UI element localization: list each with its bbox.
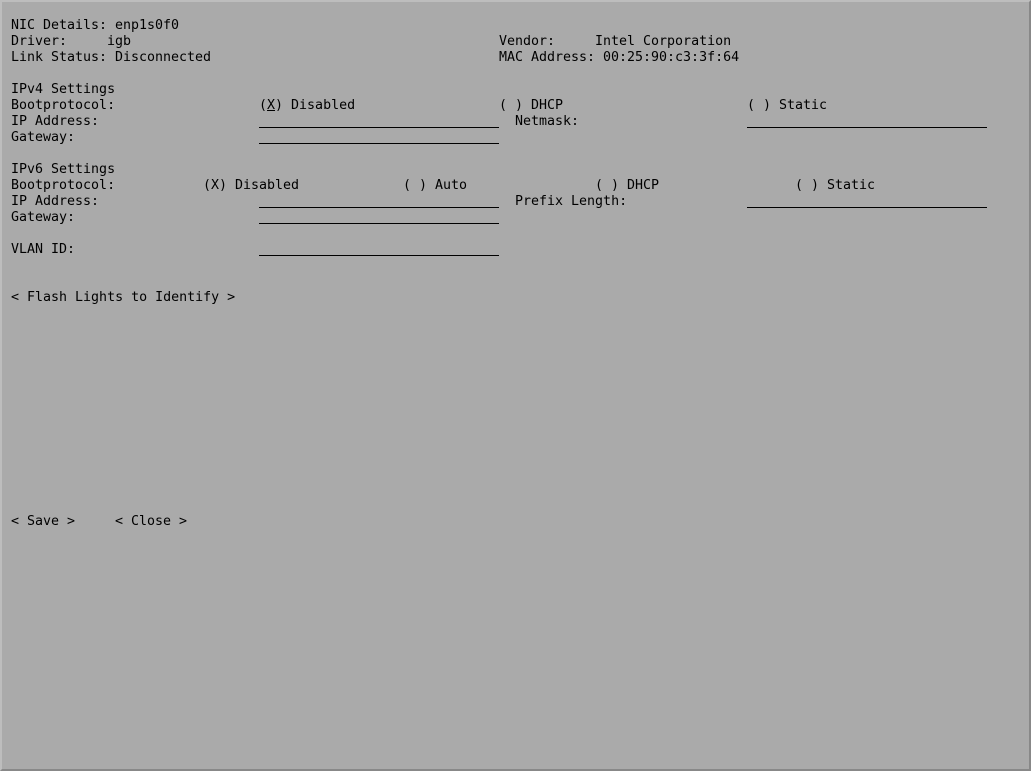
ipv6-ip-address-field[interactable]	[259, 193, 499, 208]
ipv4-ip-address-field[interactable]	[259, 113, 499, 128]
ipv4-radio-disabled[interactable]: (X) Disabled	[259, 98, 355, 114]
ipv6-radio-disabled[interactable]: (X) Disabled	[203, 178, 299, 194]
link-status-value: Disconnected	[115, 50, 212, 65]
ipv6-radio-static[interactable]: ( ) Static	[795, 178, 875, 194]
ipv4-radio-dhcp[interactable]: ( ) DHCP	[499, 98, 563, 114]
flash-lights-button[interactable]: < Flash Lights to Identify >	[11, 290, 235, 306]
ipv6-prefix-length-label: Prefix Length:	[515, 194, 628, 209]
link-status-label: Link Status:	[11, 50, 108, 65]
ipv6-radio-auto[interactable]: ( ) Auto	[403, 178, 467, 194]
ipv6-gateway-field[interactable]	[259, 209, 499, 224]
ipv4-radio-static[interactable]: ( ) Static	[747, 98, 827, 114]
mac-address-label: MAC Address:	[499, 50, 596, 65]
ipv6-bootprotocol-label: Bootprotocol:	[11, 178, 116, 193]
ipv6-settings-heading: IPv6 Settings	[11, 162, 116, 177]
ipv6-prefix-length-field[interactable]	[747, 193, 987, 208]
nic-details-value: enp1s0f0	[115, 18, 180, 33]
ipv4-ip-address-label: IP Address:	[11, 114, 100, 129]
ipv4-settings-heading: IPv4 Settings	[11, 82, 116, 97]
vlan-id-field[interactable]	[259, 241, 499, 256]
nic-details-screen: NIC Details: enp1s0f0 Driver: igb Link S…	[0, 0, 1031, 771]
ipv6-ip-address-label: IP Address:	[11, 194, 100, 209]
ipv4-gateway-field[interactable]	[259, 129, 499, 144]
ipv4-bootprotocol-label: Bootprotocol:	[11, 98, 116, 113]
vendor-label: Vendor:	[499, 34, 556, 49]
ipv4-gateway-label: Gateway:	[11, 130, 76, 145]
ipv4-netmask-field[interactable]	[747, 113, 987, 128]
ipv6-gateway-label: Gateway:	[11, 210, 76, 225]
vlan-id-label: VLAN ID:	[11, 242, 76, 257]
radio-label: ) Disabled	[275, 98, 356, 113]
mac-address-value: 00:25:90:c3:3f:64	[603, 50, 740, 65]
save-button[interactable]: < Save >	[11, 514, 75, 530]
close-button[interactable]: < Close >	[115, 514, 187, 530]
driver-value: igb	[107, 34, 132, 49]
radio-open: (	[259, 98, 268, 113]
driver-label: Driver:	[11, 34, 68, 49]
ipv6-radio-dhcp[interactable]: ( ) DHCP	[595, 178, 659, 194]
radio-mark-cursor: X	[267, 98, 276, 113]
nic-details-label: NIC Details:	[11, 18, 108, 33]
ipv4-netmask-label: Netmask:	[515, 114, 580, 129]
vendor-value: Intel Corporation	[595, 34, 732, 49]
